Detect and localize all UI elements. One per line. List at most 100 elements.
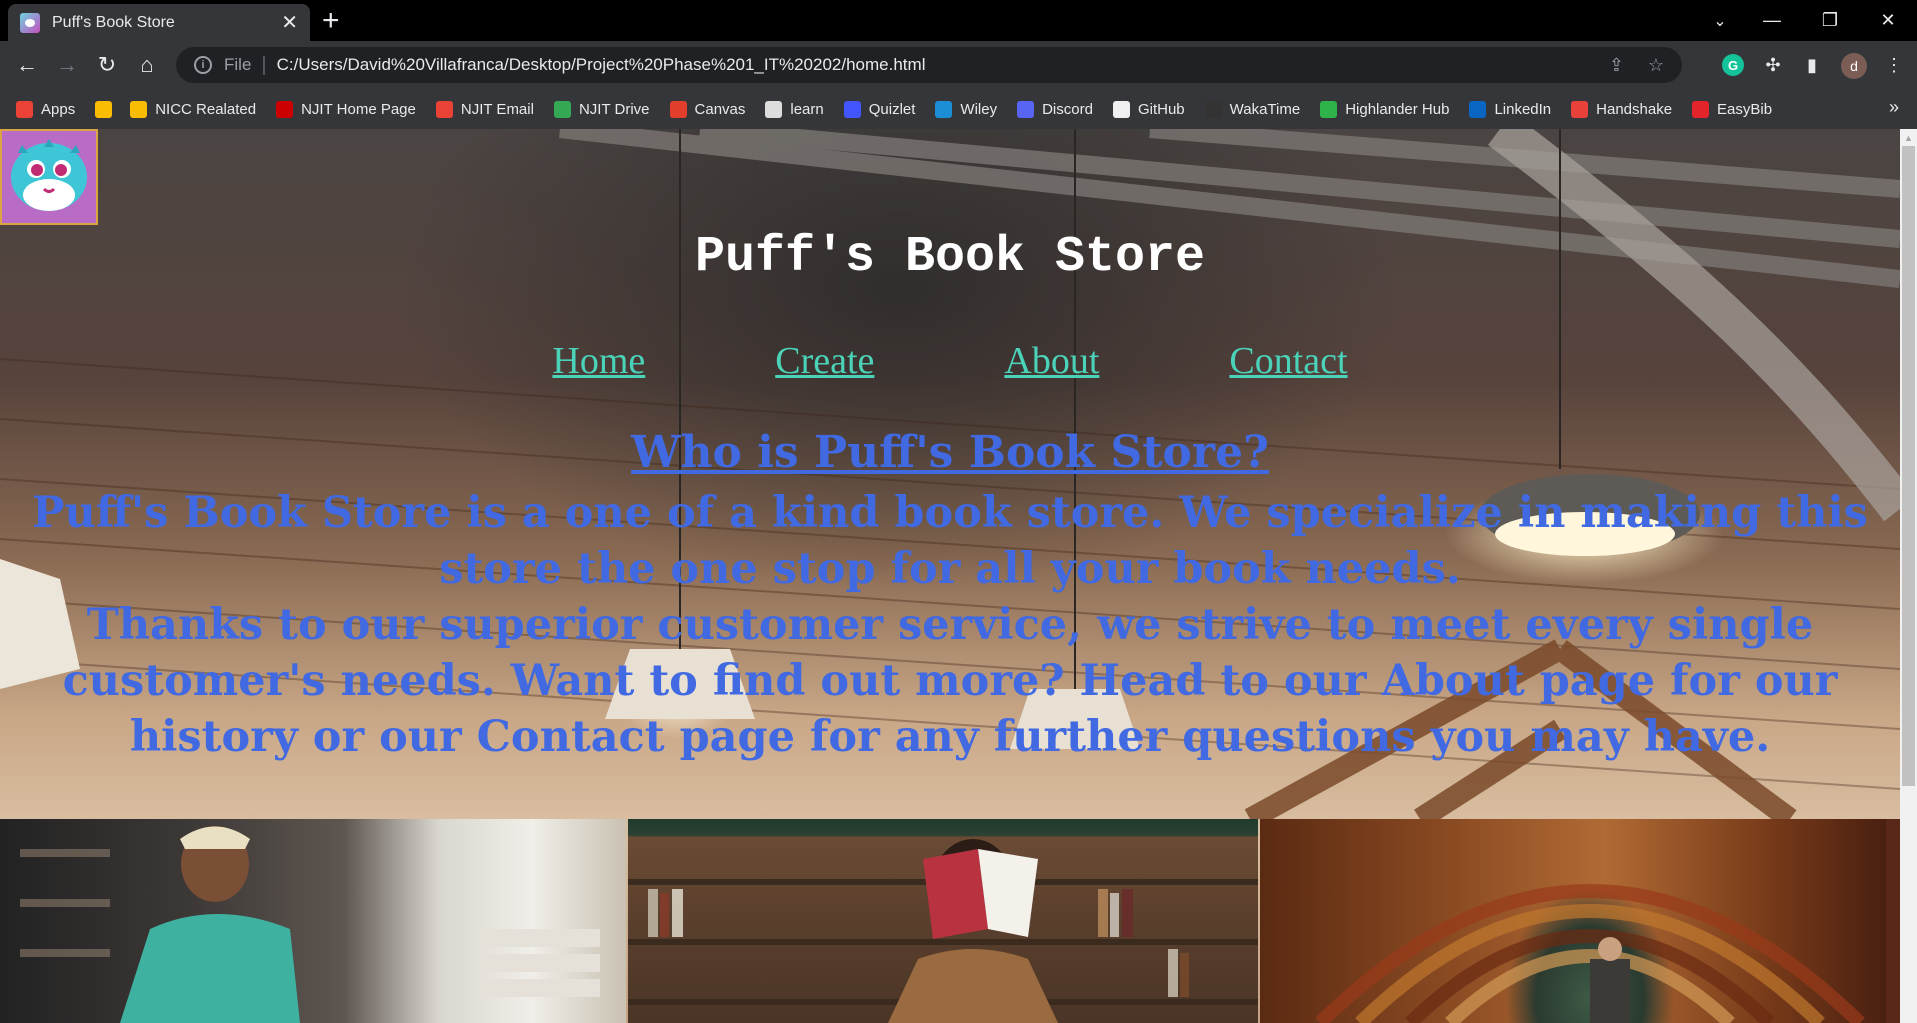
browser-tab[interactable]: Puff's Book Store ✕	[8, 4, 310, 41]
page-viewport: Puff's Book Store Home Create About Cont…	[0, 129, 1900, 1023]
bookmark-item[interactable]: NJIT Email	[435, 100, 534, 118]
bookmark-favicon-icon	[1320, 100, 1338, 118]
about-text: Puff's Book Store is a one of a kind boo…	[0, 485, 1900, 765]
folder-icon	[130, 100, 148, 118]
gallery-image-woman-reading	[628, 819, 1258, 1023]
bookmark-label: Canvas	[694, 100, 746, 118]
bookmark-favicon-icon	[669, 100, 687, 118]
window-controls: — ❐ ✕	[1743, 0, 1917, 41]
bookmark-label: learn	[790, 100, 824, 118]
puff-logo[interactable]	[0, 129, 98, 225]
nav-link-about[interactable]: About	[1004, 339, 1099, 383]
bookmark-favicon-icon	[1017, 100, 1035, 118]
bookmark-label: Quizlet	[868, 100, 916, 118]
bookmark-item[interactable]: GitHub	[1112, 100, 1185, 118]
side-panel-icon[interactable]: ▮	[1801, 54, 1823, 76]
site-title: Puff's Book Store	[694, 229, 1206, 286]
site-nav: Home Create About Contact	[0, 339, 1900, 383]
tab-title: Puff's Book Store	[52, 13, 175, 31]
reload-icon[interactable]: ↻	[91, 49, 123, 81]
back-icon[interactable]: ←	[11, 49, 43, 81]
puff-favicon-icon	[20, 12, 40, 33]
folder-icon	[95, 100, 113, 118]
bookmark-favicon-icon	[553, 100, 571, 118]
address-bar[interactable]: i File | C:/Users/David%20Villafranca/De…	[176, 47, 1682, 83]
gallery-image-man-with-books	[0, 819, 626, 1023]
bookmark-favicon-icon	[1469, 100, 1487, 118]
bookmark-label: GitHub	[1137, 100, 1185, 118]
scheme-label: File	[224, 55, 252, 74]
grammarly-icon[interactable]: G	[1722, 54, 1744, 76]
restore-icon[interactable]: ❐	[1801, 0, 1859, 41]
menu-kebab-icon[interactable]: ⋮	[1883, 54, 1905, 76]
pufferfish-logo-icon	[2, 131, 96, 223]
bookmarks-bar: Apps NICC Realated NJIT Home Page NJIT Emai…	[0, 89, 1917, 129]
page-scrollbar[interactable]: ▲	[1900, 129, 1917, 1023]
bookmark-item[interactable]: WakaTime	[1204, 100, 1301, 118]
forward-icon[interactable]: →	[51, 49, 83, 81]
bookmark-item[interactable]: NJIT Drive	[553, 100, 650, 118]
bookmark-label: Discord	[1042, 100, 1093, 118]
nav-link-create[interactable]: Create	[775, 339, 874, 383]
nav-link-home[interactable]: Home	[552, 339, 645, 383]
bookmark-item[interactable]: EasyBib	[1692, 100, 1773, 118]
bookmark-label: WakaTime	[1229, 100, 1301, 118]
bookmark-favicon-icon	[1692, 100, 1710, 118]
bookmark-item[interactable]: Canvas	[669, 100, 746, 118]
bookmark-label: Apps	[41, 100, 76, 118]
photo-gallery	[0, 819, 1900, 1023]
bookmarks-overflow-icon[interactable]: »	[1889, 97, 1899, 118]
bookmark-item[interactable]: Wiley	[935, 100, 998, 118]
home-icon[interactable]: ⌂	[131, 49, 163, 81]
scroll-thumb[interactable]	[1902, 146, 1915, 786]
gallery-image-edge	[1886, 819, 1900, 1023]
bookmark-favicon-icon	[765, 100, 783, 118]
bookmark-item[interactable]: Discord	[1017, 100, 1093, 118]
bookmark-item[interactable]: learn	[765, 100, 824, 118]
bookmark-label: NJIT Drive	[578, 100, 650, 118]
bookmark-favicon-icon	[935, 100, 953, 118]
gallery-image-book-tunnel	[1260, 819, 1886, 1023]
tab-search-icon[interactable]: ⌄	[1705, 0, 1735, 41]
bookmark-favicon-icon	[1571, 100, 1589, 118]
bookmark-favicon-icon	[843, 100, 861, 118]
bookmark-item[interactable]	[95, 100, 120, 118]
bookmark-item[interactable]: NICC Realated	[130, 100, 257, 118]
profile-avatar[interactable]: d	[1841, 53, 1867, 79]
browser-toolbar: ← → ↻ ⌂ i File | C:/Users/David%20Villaf…	[0, 41, 1917, 89]
bookmark-star-icon[interactable]: ☆	[1648, 55, 1664, 76]
extensions-puzzle-icon[interactable]: ✣	[1762, 54, 1784, 76]
bookmark-item[interactable]: Handshake	[1571, 100, 1673, 118]
new-tab-button[interactable]: +	[322, 6, 340, 36]
bookmark-label: EasyBib	[1717, 100, 1773, 118]
bookmark-item[interactable]: Apps	[16, 100, 76, 118]
bookmark-favicon-icon	[276, 100, 294, 118]
minimize-icon[interactable]: —	[1743, 0, 1801, 41]
bookmark-item[interactable]: NJIT Home Page	[276, 100, 416, 118]
bookmark-item[interactable]: LinkedIn	[1469, 100, 1552, 118]
scroll-up-arrow-icon[interactable]: ▲	[1900, 129, 1917, 146]
bookmark-item[interactable]: Highlander Hub	[1320, 100, 1450, 118]
about-paragraph-2: Thanks to our superior customer service,…	[62, 600, 1838, 762]
bookmark-label: Handshake	[1596, 100, 1673, 118]
close-window-icon[interactable]: ✕	[1859, 0, 1917, 41]
about-paragraph-1: Puff's Book Store is a one of a kind boo…	[32, 488, 1868, 594]
omnibox-separator: |	[261, 53, 267, 76]
bookmark-label: NJIT Email	[460, 100, 534, 118]
browser-titlebar: Puff's Book Store ✕ + ⌄ — ❐ ✕	[0, 0, 1917, 41]
share-icon[interactable]: ⇪	[1609, 55, 1624, 76]
site-info-icon[interactable]: i	[194, 56, 212, 74]
about-heading: Who is Puff's Book Store?	[631, 427, 1269, 478]
bookmark-label: Highlander Hub	[1345, 100, 1450, 118]
nav-link-contact[interactable]: Contact	[1229, 339, 1347, 383]
bookmark-favicon-icon	[435, 100, 453, 118]
url-text[interactable]: C:/Users/David%20Villafranca/Desktop/Pro…	[277, 55, 926, 75]
bookmark-item[interactable]: Quizlet	[843, 100, 916, 118]
close-tab-icon[interactable]: ✕	[281, 13, 298, 33]
bookmark-label: Wiley	[960, 100, 998, 118]
bookmark-label: NJIT Home Page	[301, 100, 416, 118]
bookmark-label: NICC Realated	[155, 100, 257, 118]
apps-grid-icon	[16, 100, 33, 118]
bookmark-label: LinkedIn	[1494, 100, 1552, 118]
bookmark-favicon-icon	[1204, 100, 1222, 118]
